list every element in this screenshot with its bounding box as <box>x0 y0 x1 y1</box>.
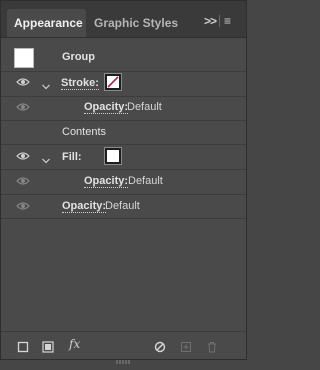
clear-appearance-icon[interactable] <box>154 340 166 353</box>
stroke-opacity-label[interactable]: Opacity: <box>84 101 129 114</box>
contents-row[interactable] <box>1 121 246 145</box>
resize-grip[interactable] <box>114 352 134 364</box>
header-divider <box>219 15 220 27</box>
stroke-row[interactable] <box>1 72 246 97</box>
stroke-label[interactable]: Stroke: <box>61 77 99 90</box>
group-opacity-value: Default <box>105 200 140 212</box>
appearance-panel: Appearance Graphic Styles >> ≡ Group Str… <box>0 0 247 364</box>
eye-icon[interactable] <box>16 151 30 161</box>
fill-opacity-value: Default <box>128 175 163 187</box>
contents-label: Contents <box>62 126 107 138</box>
stroke-opacity-value: Default <box>127 101 162 113</box>
stroke-swatch[interactable] <box>105 74 121 90</box>
group-row[interactable] <box>1 43 246 72</box>
eye-icon[interactable] <box>16 176 30 186</box>
chevron-down-icon[interactable] <box>41 152 51 164</box>
duplicate-item-icon <box>180 340 192 352</box>
eye-icon[interactable] <box>16 201 30 211</box>
add-new-fill-icon[interactable] <box>42 340 54 353</box>
chevron-down-icon[interactable] <box>41 78 51 90</box>
eye-icon[interactable] <box>16 77 30 87</box>
eye-icon[interactable] <box>16 102 30 112</box>
tab-graphic-styles[interactable]: Graphic Styles <box>87 9 185 37</box>
add-new-stroke-icon[interactable] <box>17 340 29 353</box>
fill-opacity-label[interactable]: Opacity: <box>84 175 129 188</box>
group-label: Group <box>62 51 95 63</box>
fill-label[interactable]: Fill: <box>62 151 82 163</box>
group-opacity-label[interactable]: Opacity: <box>62 200 107 213</box>
add-new-effect-button[interactable]: fx <box>69 337 80 351</box>
panel-menu-button[interactable]: ≡ <box>224 13 231 29</box>
fill-swatch[interactable] <box>105 148 121 164</box>
panel-header: Appearance Graphic Styles >> ≡ <box>1 1 246 38</box>
group-thumbnail <box>14 48 34 68</box>
trash-icon <box>206 340 218 353</box>
tab-appearance[interactable]: Appearance <box>7 9 86 37</box>
fill-row[interactable] <box>1 145 246 170</box>
collapse-panel-button[interactable]: >> <box>204 13 217 29</box>
